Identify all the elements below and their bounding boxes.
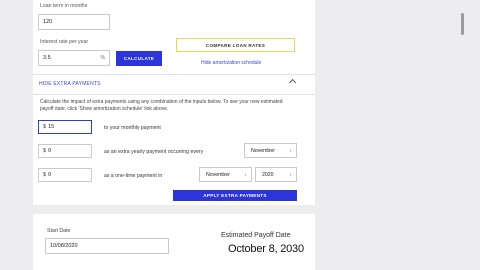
percent-suffix: %	[100, 55, 105, 61]
arrow-down-icon: ↓	[244, 171, 247, 178]
yearly-month-value: November	[251, 147, 275, 154]
currency-prefix: $	[43, 124, 47, 130]
apply-extra-payments-label: APPLY EXTRA PAYMENTS	[203, 193, 267, 198]
compare-loan-rates-label: COMPARE LOAN RATES	[205, 42, 266, 48]
yearly-extra-value: 0	[48, 148, 52, 154]
currency-prefix: $	[43, 148, 47, 154]
yearly-month-select[interactable]: November ↓	[244, 143, 297, 158]
loan-term-label: Loan term in months	[40, 3, 88, 9]
monthly-extra-value: 15	[48, 124, 55, 130]
onetime-extra-label: as a one-time payment in	[104, 173, 163, 179]
arrow-down-icon: ↓	[289, 147, 292, 154]
calculate-button-label: CALCULATE	[123, 56, 155, 61]
hide-extra-payments-toggle[interactable]: HIDE EXTRA PAYMENTS	[33, 75, 315, 93]
onetime-year-select[interactable]: 2020 ↓	[255, 167, 297, 182]
estimated-payoff-value: October 8, 2030	[228, 243, 304, 255]
interest-rate-label: Interest rate per year	[40, 39, 89, 45]
hide-extra-payments-label: HIDE EXTRA PAYMENTS	[39, 81, 101, 87]
onetime-year-value: 2020	[262, 171, 274, 178]
onetime-extra-value: 0	[48, 172, 52, 178]
scrollbar-track[interactable]	[459, 0, 467, 270]
onetime-month-value: November	[206, 171, 230, 178]
start-date-label: Start Date	[47, 228, 71, 234]
compare-loan-rates-button[interactable]: COMPARE LOAN RATES	[176, 38, 295, 52]
arrow-down-icon: ↓	[289, 171, 292, 178]
divider	[33, 94, 315, 95]
onetime-extra-input[interactable]: $ 0	[38, 168, 92, 182]
start-date-input[interactable]: 10/08/2020	[45, 238, 169, 254]
monthly-extra-label: to your monthly payment	[104, 125, 161, 131]
estimated-payoff-label: Estimated Payoff Date	[221, 232, 291, 239]
start-date-value: 10/08/2020	[50, 243, 78, 249]
calculate-button[interactable]: CALCULATE	[116, 51, 162, 66]
yearly-extra-label: as an extra yearly payment occurring eve…	[104, 149, 204, 155]
onetime-month-select[interactable]: November ↓	[199, 167, 252, 182]
apply-extra-payments-button[interactable]: APPLY EXTRA PAYMENTS	[173, 190, 297, 201]
scrollbar-thumb[interactable]	[461, 13, 464, 35]
hide-amortization-schedule-link[interactable]: Hide amortization schedule	[201, 60, 261, 66]
currency-prefix: $	[43, 172, 47, 178]
extra-payments-description: Calculate the impact of extra payments u…	[40, 99, 283, 113]
chevron-up-icon	[288, 78, 297, 87]
interest-rate-value: 3.5	[43, 55, 51, 61]
loan-term-input[interactable]: 120	[38, 14, 110, 30]
yearly-extra-input[interactable]: $ 0	[38, 144, 92, 158]
loan-term-value: 120	[43, 19, 53, 25]
monthly-extra-input[interactable]: $ 15	[38, 120, 92, 134]
interest-rate-input[interactable]: 3.5 %	[38, 50, 110, 66]
